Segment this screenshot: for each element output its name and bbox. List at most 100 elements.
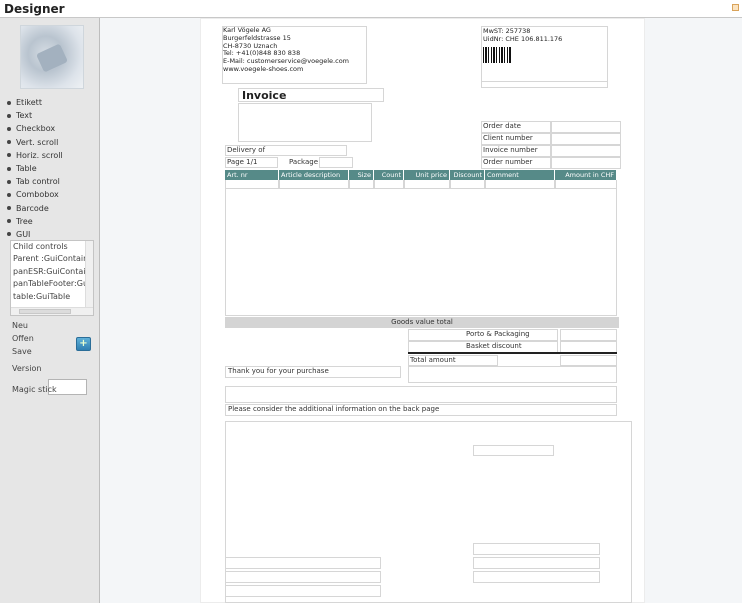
tool-label: Vert. scroll xyxy=(16,137,59,147)
tool-label: Tab control xyxy=(16,177,60,187)
package-value[interactable] xyxy=(319,157,353,168)
list-item[interactable]: Parent :GuiContainer xyxy=(11,253,87,265)
total-divider xyxy=(408,352,617,354)
goods-value-total-bar[interactable]: Goods value total xyxy=(225,317,619,328)
app-title: Designer xyxy=(4,2,65,16)
child-controls-list[interactable]: Child controls Parent :GuiContainer panE… xyxy=(10,240,94,316)
column-header-count[interactable]: Count xyxy=(374,170,404,180)
tool-label: Checkbox xyxy=(16,124,56,134)
list-item[interactable]: Child controls xyxy=(11,241,87,253)
article-table[interactable] xyxy=(225,170,617,316)
tool-combobox[interactable]: Combobox xyxy=(7,188,63,201)
table-cell[interactable] xyxy=(485,180,555,189)
tool-label: Horiz. scroll xyxy=(16,150,63,160)
column-header-art-nr[interactable]: Art. nr xyxy=(225,170,279,180)
save-link[interactable]: Save xyxy=(12,347,32,356)
additional-info-text: Please consider the additional informati… xyxy=(228,405,440,413)
column-header-discount[interactable]: Discount xyxy=(450,170,485,180)
tool-etikett[interactable]: Etikett xyxy=(7,96,63,109)
bullet-icon xyxy=(7,100,11,105)
tool-vert-scroll[interactable]: Vert. scroll xyxy=(7,136,63,149)
tool-list: Etikett Text Checkbox Vert. scroll Horiz… xyxy=(7,96,63,241)
new-link[interactable]: Neu xyxy=(12,321,28,330)
title-bar: Designer xyxy=(0,0,742,18)
magic-stick-link[interactable]: Magic stick xyxy=(12,385,57,394)
tool-text[interactable]: Text xyxy=(7,109,63,122)
tool-label: Combobox xyxy=(16,190,59,200)
list-item[interactable]: table:GuiTable xyxy=(11,291,87,303)
total-notes-field[interactable] xyxy=(408,366,617,383)
tool-label: Table xyxy=(16,164,37,174)
total-amount-label: Total amount xyxy=(410,356,456,364)
slip-field[interactable] xyxy=(225,557,381,569)
client-number-label: Client number xyxy=(483,134,533,142)
add-icon[interactable]: + xyxy=(76,337,91,351)
slip-field[interactable] xyxy=(473,445,554,456)
vat-line: UidNr: CHE 106.811.176 xyxy=(483,34,563,43)
table-cell[interactable] xyxy=(279,180,349,189)
column-header-amount[interactable]: Amount in CHF xyxy=(555,170,617,180)
table-cell[interactable] xyxy=(374,180,404,189)
vat-info: MwST: 257738 UidNr: CHE 106.811.176 xyxy=(483,27,563,44)
column-header-size[interactable]: Size xyxy=(349,170,374,180)
porto-value[interactable] xyxy=(560,329,617,341)
bullet-icon xyxy=(7,179,11,184)
slip-field[interactable] xyxy=(473,543,600,555)
list-item[interactable]: panTableFooter:GuiC xyxy=(11,278,87,290)
tool-label: Etikett xyxy=(16,98,42,108)
bullet-icon xyxy=(7,166,11,171)
column-header-unit-price[interactable]: Unit price xyxy=(404,170,450,180)
designer-sidebar: Etikett Text Checkbox Vert. scroll Horiz… xyxy=(0,18,100,603)
table-cell[interactable] xyxy=(349,180,374,189)
bullet-icon xyxy=(7,206,11,211)
recipient-field[interactable] xyxy=(238,103,372,142)
tool-label: Text xyxy=(16,111,33,121)
preview-thumbnail xyxy=(20,25,84,89)
slip-field[interactable] xyxy=(225,585,381,597)
delivery-of-label: Delivery of xyxy=(227,146,266,154)
table-cell[interactable] xyxy=(225,180,279,189)
invoice-number-value[interactable] xyxy=(551,145,621,157)
tool-tab-control[interactable]: Tab control xyxy=(7,175,63,188)
bullet-icon xyxy=(7,192,11,197)
bullet-icon xyxy=(7,153,11,158)
slip-field[interactable] xyxy=(473,557,600,569)
tool-label: Tree xyxy=(16,216,33,226)
tool-tree[interactable]: Tree xyxy=(7,215,63,228)
bullet-icon xyxy=(7,126,11,131)
invoice-title: Invoice xyxy=(242,89,287,102)
bullet-icon xyxy=(7,140,11,145)
order-number-value[interactable] xyxy=(551,157,621,169)
table-cell[interactable] xyxy=(450,180,485,189)
sender-address: Karl Vögele AG Burgerfeldstrasse 15 CH-8… xyxy=(223,26,349,74)
message-field[interactable] xyxy=(225,386,617,403)
vat-footer[interactable] xyxy=(481,82,608,88)
slip-field[interactable] xyxy=(473,571,600,583)
order-date-value[interactable] xyxy=(551,121,621,133)
invoice-number-label: Invoice number xyxy=(483,146,538,154)
open-link[interactable]: Offen xyxy=(12,334,34,343)
porto-label: Porto & Packaging xyxy=(466,330,530,338)
scrollbar-thumb[interactable] xyxy=(19,309,71,314)
slip-field[interactable] xyxy=(225,571,381,583)
tool-barcode[interactable]: Barcode xyxy=(7,202,63,215)
window-button-icon[interactable] xyxy=(732,4,739,11)
table-cell[interactable] xyxy=(404,180,450,189)
tool-horiz-scroll[interactable]: Horiz. scroll xyxy=(7,149,63,162)
tool-label: Barcode xyxy=(16,203,49,213)
basket-discount-label: Basket discount xyxy=(466,342,522,350)
tool-checkbox[interactable]: Checkbox xyxy=(7,122,63,135)
tool-table[interactable]: Table xyxy=(7,162,63,175)
column-header-comment[interactable]: Comment xyxy=(485,170,555,180)
table-cell[interactable] xyxy=(555,180,617,189)
column-header-description[interactable]: Article description xyxy=(279,170,349,180)
package-label: Package xyxy=(289,158,319,166)
total-amount-value[interactable] xyxy=(560,355,617,366)
bullet-icon xyxy=(7,113,11,118)
vertical-scrollbar[interactable] xyxy=(85,241,93,309)
client-number-value[interactable] xyxy=(551,133,621,145)
tool-label: GUI xyxy=(16,229,31,239)
list-item[interactable]: panESR:GuiContainer xyxy=(11,266,87,278)
preview-image-icon xyxy=(35,43,69,73)
horizontal-scrollbar[interactable] xyxy=(11,307,93,315)
